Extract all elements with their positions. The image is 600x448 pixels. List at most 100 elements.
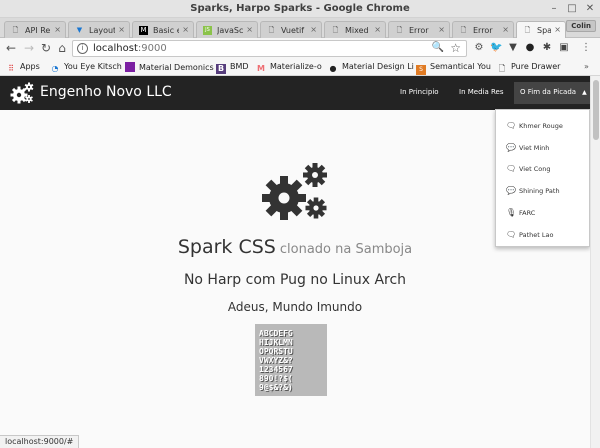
nav-in-media-res[interactable]: In Media Res [459,88,503,96]
bookmark-apps[interactable]: ⠿ Apps [6,62,40,74]
tab-label: Mixed [345,26,369,35]
tab-close-icon[interactable]: × [54,25,61,34]
bookmark-you-eye-kitsch[interactable]: ◔ You Eye Kitsch [50,62,122,74]
loading-icon: ◔ [51,64,59,73]
document-icon: 🗋 [268,26,275,34]
type-row: 9@$&?&) [259,383,293,392]
bookmark-star-icon[interactable]: ☆ [450,41,461,55]
profile-button[interactable]: Colin [566,20,596,32]
type-row: 890!?$( [259,374,293,383]
github-icon: ● [329,64,337,73]
bookmark-material-design-lite[interactable]: ● Material Design Li [328,62,414,74]
scrollbar-thumb[interactable] [593,80,599,140]
tab-label: Sparks [537,26,551,35]
tab-error-2[interactable]: 🗋 Error × [452,21,514,38]
medium-icon: M [139,26,148,35]
tab-vuetify[interactable]: 🗋 Vuetif × [260,21,322,38]
page-viewport: Engenho Novo LLC In Principio In Media R… [0,76,590,448]
dropdown-menu: 🗨 Khmer Rouge 💬 Viet Minh 🗨 Viet Cong 💬 Shin… [495,109,590,247]
tab-close-icon[interactable]: × [310,25,317,34]
dropdown-item-label: Viet Cong [519,165,551,173]
tab-close-icon[interactable]: × [118,25,125,34]
nav-dropdown-label: O Fim da Picada [520,88,577,96]
purple-square-icon [125,62,135,72]
tab-javascript[interactable]: JS JavaSc × [196,21,258,38]
settings-extension-icon[interactable]: ✱ [541,42,553,54]
hero-title-sub: clonado na Samboja [279,242,413,257]
dropdown-item-shining-path[interactable]: 💬 Shining Path [506,186,560,195]
minimize-icon[interactable]: – [548,3,560,15]
bookmark-pure-drawer[interactable]: 🗋 Pure Drawer [497,62,561,74]
tab-close-icon[interactable]: × [554,25,561,34]
type-row: 1234567 [259,365,293,374]
dropdown-item-viet-cong[interactable]: 🗨 Viet Cong [506,164,550,173]
bookmark-label: Pure Drawer [511,62,561,71]
tab-label: API Re [25,26,51,35]
close-window-icon[interactable]: ✕ [584,3,596,15]
screenshot-extension-icon[interactable]: ▣ [558,42,570,54]
url-host: localhost [93,43,138,54]
hero-subtitle-2: Adeus, Mundo Imundo [227,300,363,314]
brand-name[interactable]: Engenho Novo LLC [40,84,172,100]
bookmark-label: Material Design Li [342,62,414,71]
bookmark-semantical-you[interactable]: S Semantical You [416,62,491,75]
tab-close-icon[interactable]: × [182,25,189,34]
metal-type-image: ABCDEFG HIJKLMN OPQRSTU VWXYZ&? 1234567 … [255,324,327,396]
reload-icon[interactable]: ↻ [39,41,53,55]
bookmark-label: You Eye Kitsch [64,62,122,71]
tab-close-icon[interactable]: × [438,25,445,34]
vuetify-icon: ▼ [76,26,83,34]
tab-basic[interactable]: M Basic e × [132,21,194,38]
menu-icon[interactable]: ⋮ [580,42,592,54]
tab-error-1[interactable]: 🗋 Error × [388,21,450,38]
vue-devtools-icon[interactable]: ▼ [507,42,519,54]
tab-close-icon[interactable]: × [246,25,253,34]
nav-o-fim-da-picada[interactable]: O Fim da Picada ▲ [514,82,590,104]
comment-outline-icon: 🗨 [506,121,517,130]
address-bar[interactable]: i localhost:9000 🔍 ☆ [72,40,467,57]
info-icon[interactable]: i [77,43,88,54]
comments-outline-icon: 🗨 [506,164,517,173]
tab-label: Vuetif [281,26,305,35]
tab-close-icon[interactable]: × [502,25,509,34]
bookmarks-overflow-icon[interactable]: » [584,62,589,74]
bookmark-label: Material Demonics [139,63,214,72]
tab-label: Error [473,26,493,35]
maximize-icon[interactable]: □ [566,3,578,15]
caret-up-icon: ▲ [582,89,587,96]
window-titlebar: Sparks, Harpo Sparks - Google Chrome – □… [0,0,600,18]
bookmark-materialize[interactable]: M Materialize-o [256,62,322,74]
type-row: ABCDEFG [259,329,293,338]
forward-icon[interactable]: → [22,41,36,55]
bookmarks-bar: ⠿ Apps ◔ You Eye Kitsch Material Demonics … [0,59,600,76]
page-scrollbar[interactable] [590,76,600,448]
twitter-icon[interactable]: 🐦 [490,42,502,54]
dropdown-item-viet-minh[interactable]: 💬 Viet Minh [506,143,549,152]
gears-hero-icon [262,163,327,220]
back-icon[interactable]: ← [4,41,18,55]
dropdown-item-khmer-rouge[interactable]: 🗨 Khmer Rouge [506,121,563,130]
tab-sparks[interactable]: 🗋 Sparks × [516,21,566,39]
document-icon: 🗋 [396,26,403,34]
document-icon: 🗋 [332,26,339,34]
bookmark-bmd[interactable]: B BMD [216,62,249,74]
document-icon: 🗋 [524,26,531,34]
gears-logo-icon [10,82,34,104]
tab-close-icon[interactable]: × [374,25,381,34]
type-row: HIJKLMN [259,338,293,347]
dropdown-item-label: FARC [519,209,536,217]
home-icon[interactable]: ⌂ [55,41,69,55]
dropdown-item-label: Viet Minh [519,144,550,152]
bookmark-label: Apps [20,62,40,71]
dropdown-item-farc[interactable]: 🎙 FARC [506,208,535,217]
tab-label: JavaSc [217,26,243,35]
tab-api-reference[interactable]: 🗋 API Re × [4,21,66,38]
tab-layout[interactable]: ▼ Layout × [68,21,130,38]
bookmark-material-demonics[interactable]: Material Demonics [125,62,214,74]
zoom-icon[interactable]: 🔍 [432,42,444,53]
puzzle-extension-icon[interactable]: ⚙ [473,42,485,54]
apps-grid-icon: ⠿ [8,64,14,73]
tab-mixed[interactable]: 🗋 Mixed × [324,21,386,38]
github-extension-icon[interactable]: ● [524,42,536,54]
nav-in-principio[interactable]: In Principio [400,88,439,96]
